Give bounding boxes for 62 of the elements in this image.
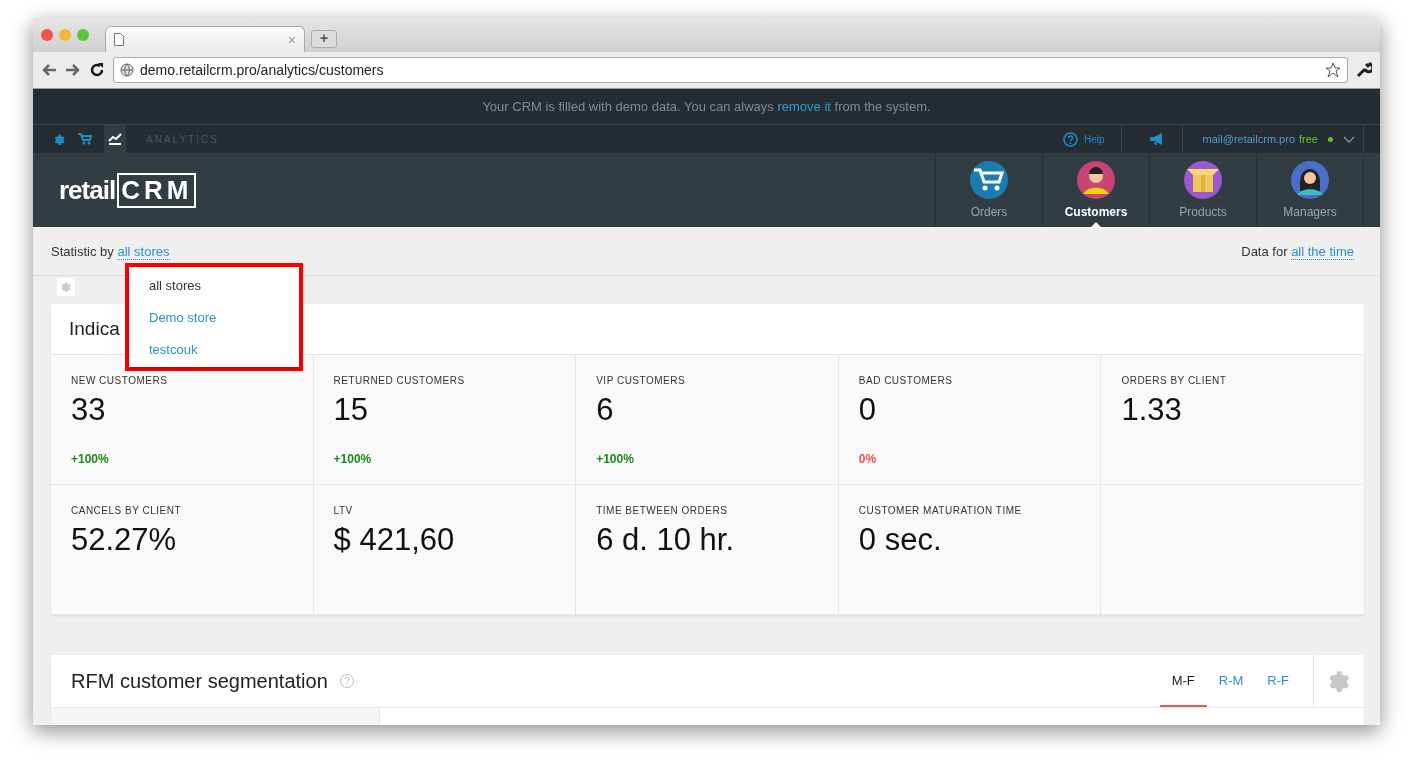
logo-wordmark[interactable]: retail	[59, 174, 116, 206]
metric-change: 0%	[858, 452, 877, 466]
metric-label: TIME BETWEEN ORDERS	[596, 505, 728, 516]
metric-value: 6 d. 10 hr.	[596, 522, 735, 558]
metric-value: 0 sec.	[858, 522, 942, 558]
cart-icon[interactable]	[78, 133, 92, 145]
card-title: RFM customer segmentation	[71, 669, 328, 693]
segmentation-tab[interactable]: R-M	[1206, 655, 1256, 707]
store-filter: Statistic by all stores	[51, 243, 170, 259]
metric-label: CANCELS BY CLIENT	[71, 505, 181, 516]
metric-label: NEW CUSTOMERS	[71, 375, 168, 386]
chevron-down-icon	[1343, 135, 1355, 143]
person-avatar-icon	[1077, 161, 1115, 199]
metric-value: 1.33	[1121, 392, 1182, 428]
close-window-button[interactable]	[41, 29, 53, 41]
metric-label: VIP CUSTOMERS	[596, 375, 686, 386]
reload-icon[interactable]	[89, 62, 105, 78]
globe-icon	[120, 63, 134, 77]
nav-tab[interactable]: Products	[1149, 153, 1256, 227]
question-icon	[1063, 131, 1078, 147]
segmentation-tab[interactable]: R-F	[1255, 655, 1301, 707]
page-icon	[114, 33, 124, 46]
metric-value: 6	[596, 392, 614, 428]
nav-tab[interactable]: Orders	[935, 153, 1042, 227]
metric-label: RETURNED CUSTOMERS	[333, 375, 465, 386]
demo-data-notice: Your CRM is filled with demo data. You can always remove it from the system.	[482, 99, 931, 114]
dropdown-item[interactable]: all stores	[129, 269, 299, 301]
metric-label: ORDERS BY CLIENT	[1121, 375, 1227, 386]
logo-mark[interactable]: CRM	[117, 172, 197, 208]
metric-label: LTV	[333, 505, 353, 516]
dropdown-item[interactable]: testcouk	[129, 333, 299, 365]
metric-value: 52.27%	[71, 522, 177, 558]
browser-tab[interactable]: ×	[105, 26, 305, 52]
metric-value: 15	[333, 392, 369, 428]
metric-label: CUSTOMER MATURATION TIME	[858, 505, 1022, 516]
analytics-chart-icon[interactable]	[104, 125, 126, 153]
metric-label: BAD CUSTOMERS	[858, 375, 953, 386]
store-filter-link[interactable]: all stores	[117, 243, 170, 260]
back-icon[interactable]	[41, 63, 57, 77]
nav-tab[interactable]: Managers	[1256, 153, 1364, 227]
period-filter-link[interactable]: all the time	[1291, 243, 1354, 260]
wrench-icon[interactable]	[1356, 62, 1372, 78]
segmentation-tab[interactable]: M-F	[1159, 655, 1207, 707]
remove-demo-link[interactable]: remove it	[777, 99, 831, 114]
forward-icon[interactable]	[65, 63, 81, 77]
address-bar[interactable]: demo.retailcrm.pro/analytics/customers	[113, 57, 1348, 83]
person-avatar-icon	[1291, 161, 1329, 199]
period-filter: Data for all the time	[1241, 243, 1354, 259]
metric-value: $ 421,60	[333, 522, 455, 558]
metric-change: +100%	[71, 452, 109, 466]
metric-value: 0	[858, 392, 877, 428]
metric-value: 33	[71, 392, 106, 428]
star-icon[interactable]	[1325, 62, 1341, 78]
settings-icon[interactable]	[53, 132, 66, 146]
new-tab-button[interactable]: +	[311, 30, 337, 48]
url-text: demo.retailcrm.pro/analytics/customers	[140, 62, 385, 78]
box-icon	[1184, 161, 1222, 199]
cart-icon	[970, 161, 1008, 199]
close-tab-button[interactable]: ×	[287, 31, 296, 48]
metric-change: +100%	[596, 452, 634, 466]
dropdown-item[interactable]: Demo store	[129, 301, 299, 333]
metric-change: +100%	[333, 452, 372, 466]
